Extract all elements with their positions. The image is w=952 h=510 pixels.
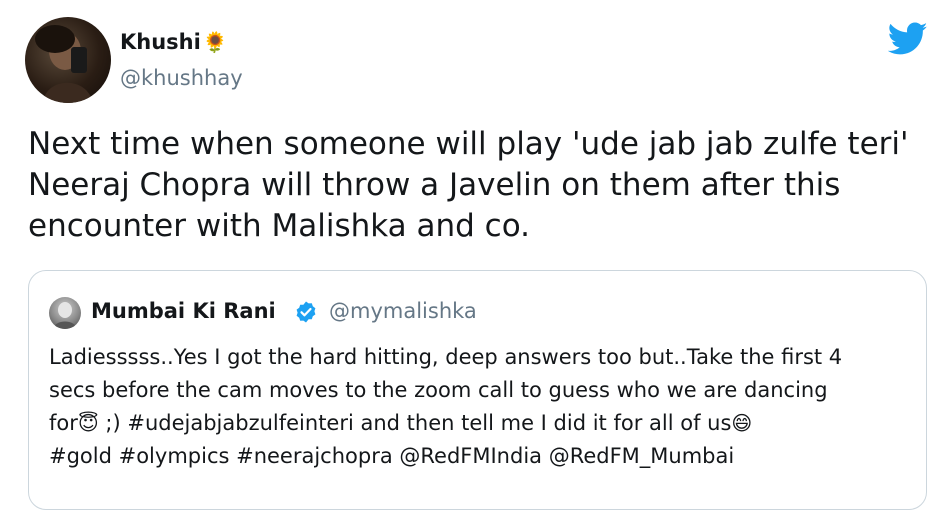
author-name-text: Khushi <box>120 30 201 54</box>
author-avatar[interactable] <box>25 17 111 103</box>
tweet-text-line: Neeraj Chopra will throw a Javelin on th… <box>28 167 841 203</box>
author-handle[interactable]: @khushhay <box>120 66 243 90</box>
quoted-text-segment: for <box>49 411 78 435</box>
quoted-author-name[interactable]: Mumbai Ki Rani <box>91 299 276 323</box>
verified-badge-icon <box>296 301 316 323</box>
quoted-author-avatar[interactable] <box>49 297 81 329</box>
tweet-text: Next time when someone will play 'ude ja… <box>28 124 928 247</box>
twitter-bird-icon[interactable] <box>888 22 928 56</box>
quoted-hashtags-line[interactable]: #gold #olympics #neerajchopra @RedFMIndi… <box>49 440 919 473</box>
author-name[interactable]: Khushi 🌻 <box>120 30 228 54</box>
tweet-card: Khushi 🌻 @khushhay Next time when someone… <box>0 0 952 510</box>
quoted-text-segment: ;) #udejabjabzulfeinteri and then tell m… <box>98 411 732 435</box>
sunflower-emoji: 🌻 <box>202 30 228 54</box>
halo-smile-emoji: 😇 <box>77 411 99 435</box>
tweet-text-line: encounter with Malishka and co. <box>28 208 530 244</box>
grin-emoji: 😄 <box>731 411 753 435</box>
quoted-text-line: for😇 ;) #udejabjabzulfeinteri and then t… <box>49 407 919 440</box>
quoted-tweet[interactable]: Mumbai Ki Rani @mymalishka Ladiesssss..Y… <box>28 270 927 510</box>
quoted-text-line: secs before the cam moves to the zoom ca… <box>49 378 828 402</box>
tweet-text-line: Next time when someone will play 'ude ja… <box>28 126 909 162</box>
quoted-avatar-photo <box>53 302 77 329</box>
quoted-tweet-text: Ladiesssss..Yes I got the hard hitting, … <box>49 341 919 473</box>
quoted-text-line: Ladiesssss..Yes I got the hard hitting, … <box>49 345 843 369</box>
quoted-author-handle[interactable]: @mymalishka <box>329 299 477 323</box>
avatar-photo <box>35 25 93 103</box>
